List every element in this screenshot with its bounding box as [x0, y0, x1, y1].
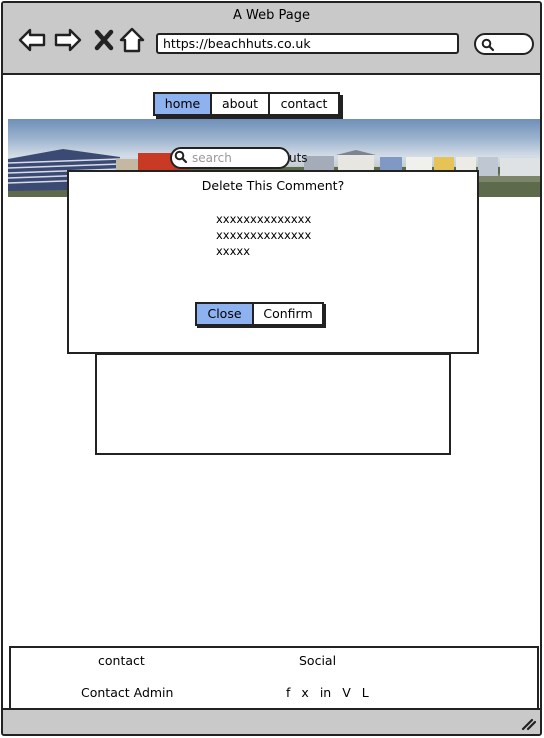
l-link[interactable]: L — [362, 685, 369, 700]
nav-item-contact[interactable]: contact — [270, 94, 338, 114]
dialog-body-line: xxxxx — [216, 244, 251, 258]
nav-item-about[interactable]: about — [212, 94, 270, 114]
hero-partial-text: uts — [289, 151, 308, 165]
back-arrow-icon[interactable] — [17, 25, 47, 55]
confirm-button[interactable]: Confirm — [254, 304, 322, 324]
search-icon — [174, 150, 188, 164]
vimeo-link[interactable]: V — [342, 685, 351, 700]
footer-contact-heading: contact — [98, 653, 145, 668]
main-nav: home about contact — [153, 92, 340, 116]
window-title: A Web Page — [233, 8, 310, 23]
delete-comment-dialog: Delete This Comment? xxxxxxxxxxxxxx xxxx… — [67, 170, 479, 354]
comment-box — [95, 353, 451, 455]
browser-titlebar: A Web Page https://beachhuts.co.uk — [3, 3, 540, 75]
nav-item-home[interactable]: home — [155, 94, 212, 114]
address-bar[interactable]: https://beachhuts.co.uk — [156, 33, 459, 54]
forward-arrow-icon[interactable] — [53, 25, 83, 55]
contact-admin-link[interactable]: Contact Admin — [81, 685, 173, 700]
hero-search-input[interactable]: search — [170, 147, 290, 169]
page-footer: contact Contact Admin Social f x in V L — [9, 646, 539, 711]
browser-statusbar — [3, 708, 540, 734]
dialog-button-group: Close Confirm — [195, 302, 324, 326]
dialog-body-line: xxxxxxxxxxxxxx — [216, 228, 312, 242]
dialog-body-line: xxxxxxxxxxxxxx — [216, 212, 312, 226]
footer-social-heading: Social — [299, 653, 337, 668]
browser-search-field[interactable] — [474, 33, 534, 55]
home-icon[interactable] — [117, 25, 147, 55]
x-link[interactable]: x — [301, 685, 308, 700]
search-icon — [481, 38, 495, 52]
close-button[interactable]: Close — [197, 304, 254, 324]
dialog-body: xxxxxxxxxxxxxx xxxxxxxxxxxxxx xxxxx — [216, 211, 311, 259]
facebook-link[interactable]: f — [286, 685, 290, 700]
browser-window: A Web Page https://beachhuts.co.uk home … — [1, 1, 542, 736]
social-links: f x in V L — [286, 685, 369, 700]
linkedin-link[interactable]: in — [320, 685, 331, 700]
resize-grip-icon[interactable] — [520, 717, 536, 731]
stop-icon[interactable] — [89, 25, 119, 55]
dialog-title: Delete This Comment? — [201, 178, 345, 193]
